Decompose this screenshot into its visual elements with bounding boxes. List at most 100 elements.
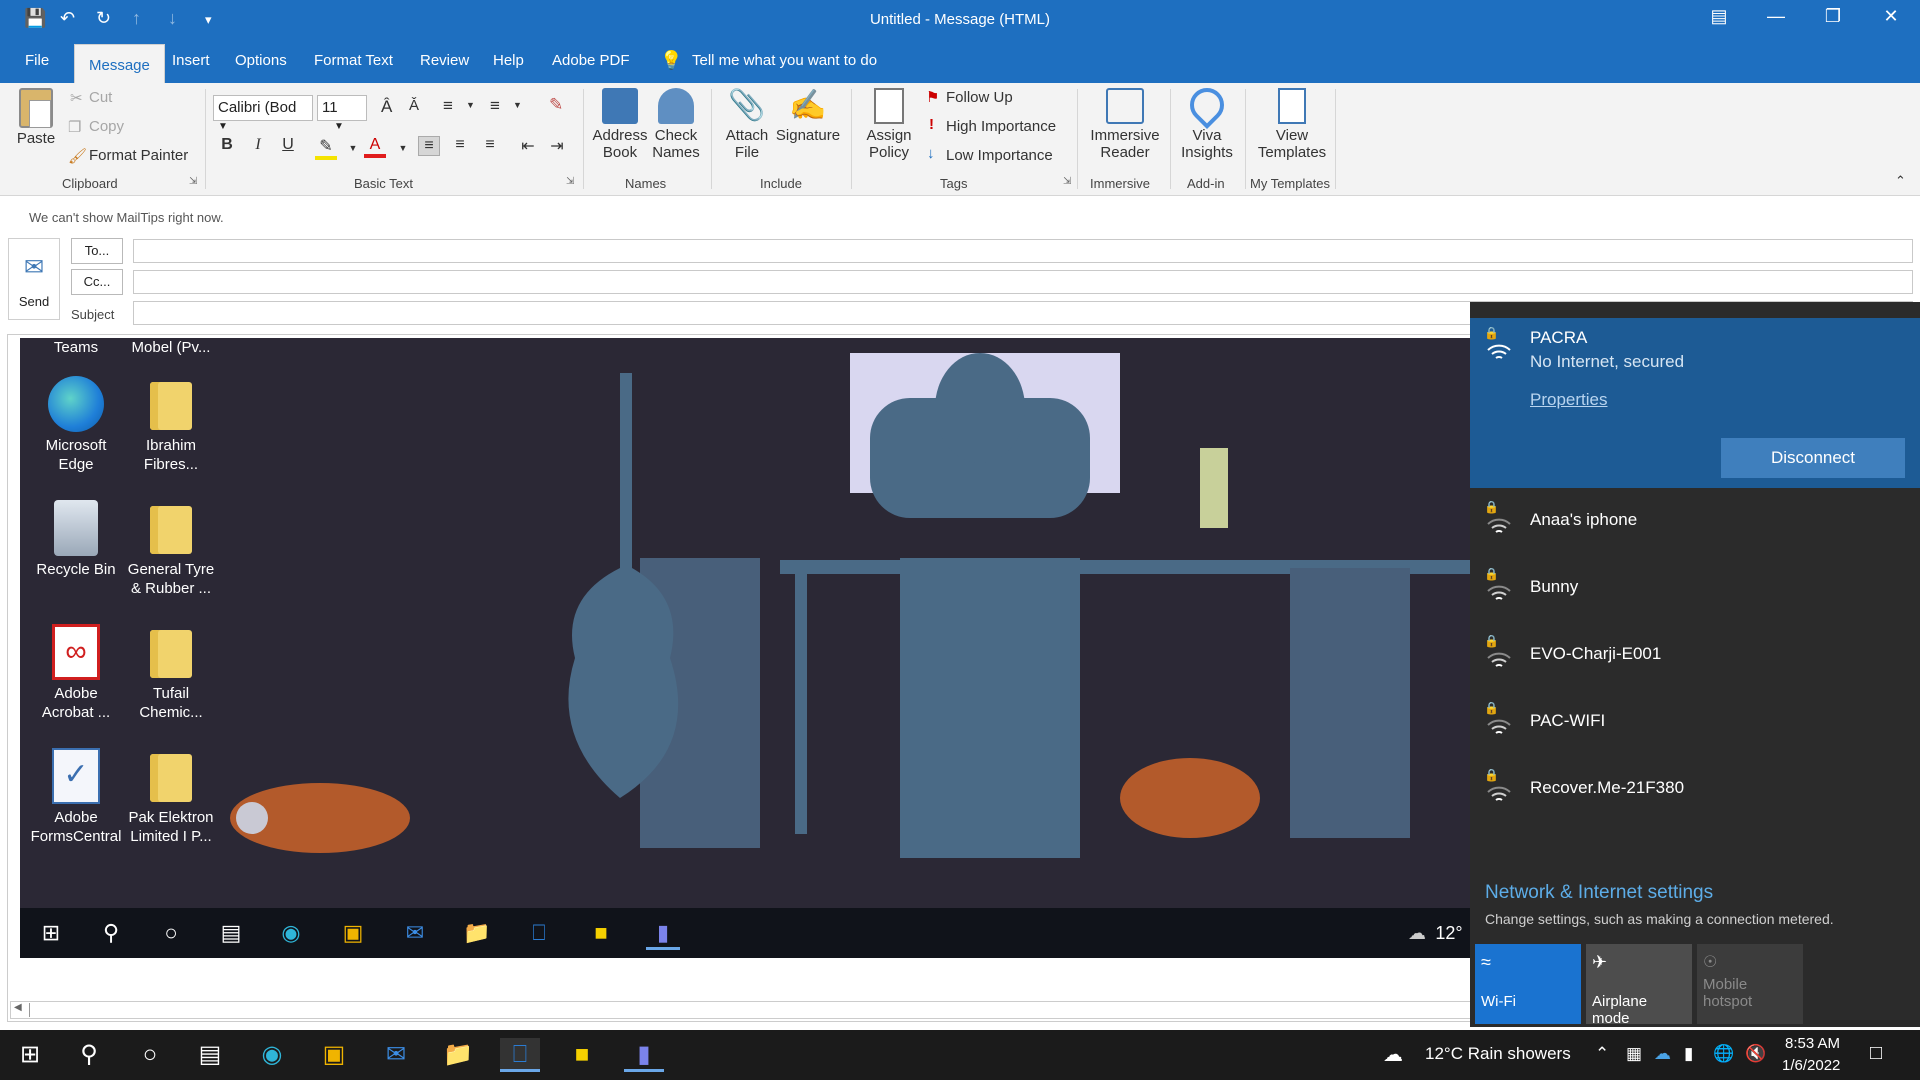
ribbon-display-options-icon[interactable]: ▤ xyxy=(1699,6,1739,27)
chevron-down-icon[interactable]: ▼ xyxy=(466,100,475,110)
font-size-dropdown[interactable]: 11 ▼ xyxy=(317,95,367,132)
scrollbar-thumb[interactable] xyxy=(29,1003,33,1017)
clear-formatting-icon[interactable]: ✎ xyxy=(549,95,563,115)
bullets-icon[interactable]: ≡ xyxy=(443,96,453,116)
assign-policy-button[interactable]: Assign Policy xyxy=(858,88,920,161)
italic-icon[interactable]: I xyxy=(247,136,269,154)
high-importance-button[interactable]: High Importance xyxy=(946,118,1056,135)
disconnect-button[interactable]: Disconnect xyxy=(1721,438,1905,478)
desktop-icon-acrobat[interactable]: ∞ Adobe Acrobat ... xyxy=(28,624,124,722)
tab-file[interactable]: File xyxy=(25,52,49,69)
sticky-notes-icon[interactable]: ■ xyxy=(584,916,618,950)
clock-time[interactable]: 8:53 AM xyxy=(1785,1035,1840,1052)
sticky-notes-icon[interactable]: ■ xyxy=(562,1038,602,1072)
desktop-icon-ibrahim[interactable]: Ibrahim Fibres... xyxy=(123,376,219,474)
network-item[interactable]: 🔒 Recover.Me-21F380 xyxy=(1470,766,1920,826)
cortana-icon[interactable]: ○ xyxy=(130,1038,170,1072)
immersive-reader-button[interactable]: Immersive Reader xyxy=(1085,88,1165,161)
increase-indent-icon[interactable]: ⇥ xyxy=(546,136,568,156)
show-hidden-icons-icon[interactable]: ⌃ xyxy=(1595,1044,1609,1064)
task-view-icon[interactable]: ▤ xyxy=(214,916,248,950)
network-item[interactable]: 🔒 EVO-Charji-E001 xyxy=(1470,632,1920,692)
chevron-down-icon[interactable]: ▼ xyxy=(513,100,522,110)
underline-icon[interactable]: U xyxy=(277,136,299,154)
format-painter-button[interactable]: Format Painter xyxy=(89,147,188,164)
windows-start-icon[interactable]: ⊞ xyxy=(10,1038,50,1072)
attach-file-button[interactable]: 📎 Attach File xyxy=(718,88,776,161)
file-explorer-icon[interactable]: 📁 xyxy=(460,916,494,950)
mobile-hotspot-tile[interactable]: ☉ Mobile hotspot xyxy=(1697,944,1803,1024)
notifications-icon[interactable]: □ xyxy=(1870,1042,1882,1065)
network-item[interactable]: 🔒 PAC-WIFI xyxy=(1470,699,1920,759)
edge-icon[interactable]: ◉ xyxy=(274,916,308,950)
meet-now-icon[interactable]: ▦ xyxy=(1626,1044,1642,1064)
low-importance-button[interactable]: Low Importance xyxy=(946,147,1053,164)
desktop-icon-pak-elektron[interactable]: Pak Elektron Limited I P... xyxy=(123,748,219,846)
paste-button[interactable]: Paste xyxy=(12,88,60,147)
dialog-launcher-icon[interactable]: ⇲ xyxy=(566,176,574,187)
wifi-tile[interactable]: ≈ Wi-Fi xyxy=(1475,944,1581,1024)
shrink-font-icon[interactable]: Ǎ xyxy=(409,97,419,114)
network-item-connected[interactable]: 🔒 PACRA No Internet, secured Properties … xyxy=(1470,318,1920,488)
signature-button[interactable]: ✍ Signature xyxy=(773,88,843,144)
network-item[interactable]: 🔒 Anaa's iphone xyxy=(1470,498,1920,558)
edge-icon[interactable]: ◉ xyxy=(252,1038,292,1072)
store-icon[interactable]: ▣ xyxy=(314,1038,354,1072)
windows-start-icon[interactable]: ⊞ xyxy=(34,916,68,950)
cc-button[interactable]: Cc... xyxy=(71,269,123,295)
tab-format-text[interactable]: Format Text xyxy=(314,52,393,69)
network-item[interactable]: 🔒 Bunny xyxy=(1470,565,1920,625)
decrease-indent-icon[interactable]: ⇤ xyxy=(517,136,539,156)
close-icon[interactable]: ✕ xyxy=(1871,6,1911,27)
send-button[interactable]: ✉ Send xyxy=(8,238,60,320)
search-icon[interactable]: ⚲ xyxy=(94,916,128,950)
store-icon[interactable]: ▣ xyxy=(336,916,370,950)
viva-insights-button[interactable]: Viva Insights xyxy=(1176,80,1238,161)
chevron-down-icon[interactable]: ▼ xyxy=(392,143,414,153)
search-icon[interactable]: ⚲ xyxy=(69,1038,109,1072)
copy-button[interactable]: Copy xyxy=(89,118,124,135)
task-view-icon[interactable]: ▤ xyxy=(190,1038,230,1072)
teams-icon[interactable]: ▮ xyxy=(646,916,680,950)
properties-link[interactable]: Properties xyxy=(1530,390,1607,410)
tab-review[interactable]: Review xyxy=(420,52,469,69)
battery-icon[interactable]: ▮ xyxy=(1684,1044,1693,1064)
grow-font-icon[interactable]: Â xyxy=(381,97,392,117)
cut-button[interactable]: Cut xyxy=(89,89,112,106)
to-button[interactable]: To... xyxy=(71,238,123,264)
collapse-ribbon-icon[interactable]: ⌃ xyxy=(1895,173,1906,189)
tab-help[interactable]: Help xyxy=(493,52,524,69)
airplane-mode-tile[interactable]: ✈ Airplane mode xyxy=(1586,944,1692,1027)
tell-me-search[interactable]: Tell me what you want to do xyxy=(692,52,877,69)
tab-insert[interactable]: Insert xyxy=(172,52,210,69)
numbering-icon[interactable]: ≡ xyxy=(490,96,500,116)
view-templates-button[interactable]: View Templates xyxy=(1252,88,1332,161)
dialog-launcher-icon[interactable]: ⇲ xyxy=(1063,176,1071,187)
highlight-icon[interactable]: ✎ xyxy=(315,136,337,160)
desktop-icon-edge[interactable]: Microsoft Edge xyxy=(28,376,124,474)
teams-icon[interactable]: ▮ xyxy=(624,1038,664,1072)
restore-icon[interactable]: ❐ xyxy=(1813,6,1853,27)
scroll-left-icon[interactable]: ◀ xyxy=(14,1002,22,1013)
clock-date[interactable]: 1/6/2022 xyxy=(1782,1057,1840,1074)
align-right-icon[interactable]: ≡ xyxy=(479,136,501,154)
outlook-icon[interactable]: ⎕ xyxy=(500,1038,540,1072)
align-center-icon[interactable]: ≡ xyxy=(449,136,471,154)
address-book-button[interactable]: Address Book xyxy=(590,88,650,161)
desktop-icon-formscentral[interactable]: ✓ Adobe FormsCentral xyxy=(28,748,124,846)
outlook-icon[interactable]: ⎕ xyxy=(522,916,556,950)
bold-icon[interactable]: B xyxy=(216,136,238,154)
align-left-icon[interactable]: ≡ xyxy=(418,136,440,156)
cc-field[interactable] xyxy=(133,270,1913,294)
tab-adobe-pdf[interactable]: Adobe PDF xyxy=(552,52,630,69)
to-field[interactable] xyxy=(133,239,1913,263)
mail-icon[interactable]: ✉ xyxy=(376,1038,416,1072)
desktop-icon-teams[interactable]: Teams xyxy=(28,338,124,357)
desktop-icon-tufail[interactable]: Tufail Chemic... xyxy=(123,624,219,722)
chevron-down-icon[interactable]: ▼ xyxy=(342,143,364,153)
font-name-dropdown[interactable]: Calibri (Bod ▼ xyxy=(213,95,313,132)
dialog-launcher-icon[interactable]: ⇲ xyxy=(189,176,197,187)
onedrive-icon[interactable]: ☁ xyxy=(1654,1044,1671,1064)
globe-network-icon[interactable]: 🌐 xyxy=(1713,1044,1734,1064)
follow-up-button[interactable]: Follow Up xyxy=(946,89,1013,106)
